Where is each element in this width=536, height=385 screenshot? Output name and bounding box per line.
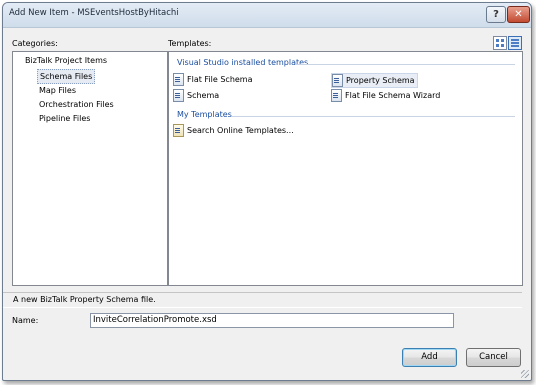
group-divider — [295, 64, 515, 65]
template-description: A new BizTalk Property Schema file. — [13, 295, 156, 304]
help-button[interactable]: ? — [486, 6, 506, 23]
template-flat-file-schema[interactable]: Flat File Schema — [173, 73, 253, 86]
templates-label: Templates: — [168, 39, 212, 48]
categories-tree[interactable]: BizTalk Project Items Schema Files Map F… — [12, 51, 168, 286]
add-new-item-dialog: Add New Item - MSEventsHostByHitachi ? ✕… — [2, 2, 532, 381]
schema-file-icon — [332, 74, 343, 87]
templates-list[interactable]: Visual Studio installed templates Flat F… — [168, 51, 523, 286]
small-icons-icon[interactable] — [508, 36, 522, 50]
name-input[interactable] — [90, 313, 454, 328]
template-property-schema[interactable]: Property Schema — [331, 73, 418, 88]
schema-file-icon — [173, 89, 184, 102]
schema-wizard-icon — [331, 89, 342, 102]
name-label: Name: — [12, 316, 39, 325]
window-title: Add New Item - MSEventsHostByHitachi — [9, 8, 179, 18]
large-icons-icon[interactable] — [493, 36, 507, 50]
tree-item-pipeline-files[interactable]: Pipeline Files — [37, 112, 92, 125]
tree-item-map-files[interactable]: Map Files — [37, 84, 78, 97]
tree-item-orchestration-files[interactable]: Orchestration Files — [37, 98, 116, 111]
categories-label: Categories: — [12, 39, 58, 48]
description-bar: A new BizTalk Property Schema file. — [3, 292, 522, 308]
schema-file-icon — [173, 73, 184, 86]
template-flat-file-schema-wizard[interactable]: Flat File Schema Wizard — [331, 89, 440, 102]
add-button[interactable]: Add — [402, 348, 457, 367]
close-button[interactable]: ✕ — [507, 6, 530, 23]
resize-grip-icon[interactable] — [521, 370, 529, 378]
search-online-icon — [173, 124, 184, 137]
tree-item-biztalk-project-items[interactable]: BizTalk Project Items — [25, 56, 107, 65]
cancel-button[interactable]: Cancel — [466, 348, 521, 367]
template-schema[interactable]: Schema — [173, 89, 219, 102]
template-search-online[interactable]: Search Online Templates... — [173, 124, 294, 137]
group-divider — [231, 116, 515, 117]
group-header-my-templates: My Templates — [177, 110, 232, 119]
tree-item-schema-files[interactable]: Schema Files — [37, 69, 96, 84]
title-bar: Add New Item - MSEventsHostByHitachi ? ✕ — [3, 3, 531, 28]
group-header-installed: Visual Studio installed templates — [177, 58, 309, 67]
